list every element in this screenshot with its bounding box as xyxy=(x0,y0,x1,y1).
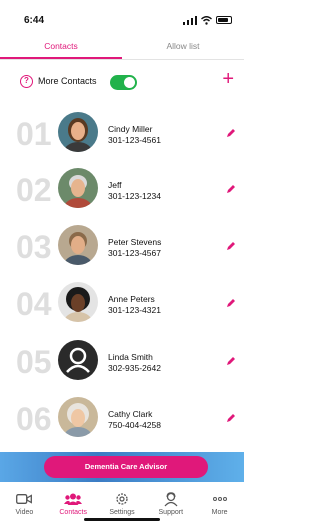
tab-allow-list[interactable]: Allow list xyxy=(122,36,244,59)
nav-label: Settings xyxy=(109,509,135,516)
tab-contacts[interactable]: Contacts xyxy=(0,36,122,59)
contact-name: Peter Stevens xyxy=(108,237,162,247)
nav-more[interactable]: More xyxy=(195,482,244,524)
home-indicator xyxy=(84,518,160,521)
contact-row[interactable]: 03 Peter Stevens 301-123-4567 xyxy=(0,223,244,273)
default-person-icon xyxy=(58,340,98,380)
question-icon[interactable]: ? xyxy=(20,75,33,88)
nav-video[interactable]: Video xyxy=(0,482,49,524)
contact-name: Jeff xyxy=(108,180,122,190)
contact-name: Linda Smith xyxy=(108,352,153,362)
contact-name: Cathy Clark xyxy=(108,409,153,419)
avatar xyxy=(58,340,98,380)
dementia-care-advisor-button[interactable]: Dementia Care Advisor xyxy=(44,456,208,478)
contact-phone: 301-123-1234 xyxy=(108,191,161,201)
avatar xyxy=(58,282,98,322)
contact-phone: 750-404-4258 xyxy=(108,420,161,430)
contact-number: 05 xyxy=(16,344,52,380)
contact-number: 03 xyxy=(16,229,52,265)
plus-icon[interactable]: + xyxy=(222,67,234,91)
nav-label: Contacts xyxy=(59,509,87,516)
video-icon xyxy=(16,494,33,504)
edit-icon[interactable] xyxy=(226,184,236,194)
status-icons xyxy=(183,15,232,25)
nav-label: More xyxy=(211,509,228,516)
contact-row[interactable]: 05 Linda Smith 302-935-2642 xyxy=(0,338,244,388)
signal-icon xyxy=(183,15,197,25)
contact-number: 01 xyxy=(16,116,52,152)
contact-phone: 301-123-4321 xyxy=(108,305,161,315)
nav-label: Video xyxy=(15,509,34,516)
contacts-icon xyxy=(64,493,83,505)
status-time: 6:44 xyxy=(24,15,45,26)
advisor-banner: Dementia Care Advisor xyxy=(0,452,244,482)
tab-bar: Contacts Allow list xyxy=(0,36,244,60)
edit-icon[interactable] xyxy=(226,128,236,138)
support-icon xyxy=(164,491,178,506)
gear-icon xyxy=(116,493,128,505)
avatar xyxy=(58,112,98,152)
avatar xyxy=(58,225,98,265)
ellipsis-icon xyxy=(212,497,227,501)
more-contacts-toggle[interactable] xyxy=(110,75,137,90)
more-contacts-row: ? More Contacts + xyxy=(0,68,244,92)
battery-icon xyxy=(216,16,232,24)
edit-icon[interactable] xyxy=(226,241,236,251)
contact-phone: 301-123-4561 xyxy=(108,135,161,145)
contact-number: 06 xyxy=(16,401,52,437)
edit-icon[interactable] xyxy=(226,413,236,423)
contact-phone: 301-123-4567 xyxy=(108,248,161,258)
avatar xyxy=(58,397,98,437)
edit-icon[interactable] xyxy=(226,356,236,366)
contact-row[interactable]: 02 Jeff 301-123-1234 xyxy=(0,166,244,216)
contact-number: 04 xyxy=(16,286,52,322)
edit-icon[interactable] xyxy=(226,298,236,308)
status-bar: 6:44 xyxy=(0,0,244,36)
nav-label: Support xyxy=(158,509,184,516)
more-contacts-label: More Contacts xyxy=(38,76,97,86)
toggle-knob xyxy=(124,77,135,88)
contact-name: Anne Peters xyxy=(108,294,155,304)
avatar xyxy=(58,168,98,208)
wifi-icon xyxy=(201,15,212,25)
contact-name: Cindy Miller xyxy=(108,124,153,134)
contact-number: 02 xyxy=(16,172,52,208)
contact-row[interactable]: 06 Cathy Clark 750-404-4258 xyxy=(0,395,244,445)
contact-row[interactable]: 01 Cindy Miller 301-123-4561 xyxy=(0,110,244,160)
contact-row[interactable]: 04 Anne Peters 301-123-4321 xyxy=(0,280,244,330)
contact-phone: 302-935-2642 xyxy=(108,363,161,373)
